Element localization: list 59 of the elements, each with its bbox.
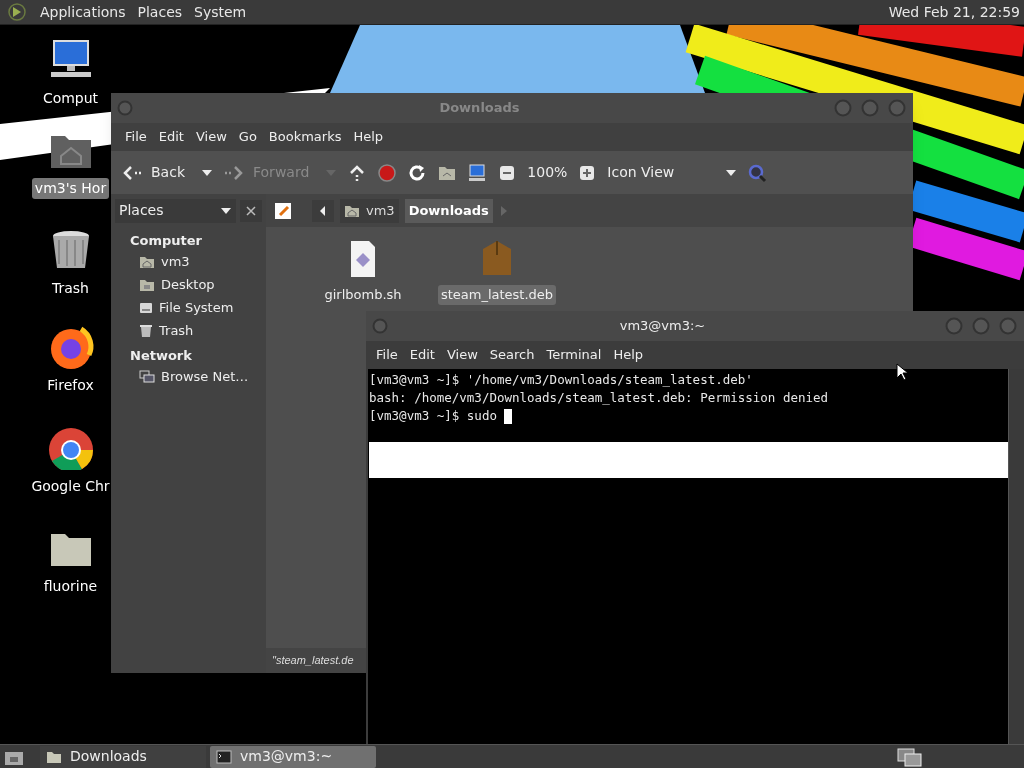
- menu-item[interactable]: Edit: [403, 345, 441, 365]
- file-name[interactable]: steam_latest.deb: [437, 285, 557, 305]
- menu-item[interactable]: Help: [607, 345, 650, 365]
- menu-item[interactable]: Bookmarks: [262, 127, 348, 147]
- home-folder-icon: [344, 203, 360, 218]
- panel-menu[interactable]: Places: [131, 1, 189, 23]
- text-cursor: [504, 408, 513, 424]
- workspace-switcher-icon[interactable]: [896, 746, 924, 767]
- zoom-level: 100%: [527, 163, 568, 182]
- menu-item[interactable]: Edit: [152, 127, 190, 147]
- dropdown-caret-icon: [201, 168, 213, 177]
- view-mode-dropdown[interactable]: Icon View: [607, 162, 738, 183]
- sidebar-item[interactable]: Trash: [111, 319, 266, 342]
- taskbar-button[interactable]: vm3@vm3:~: [210, 745, 376, 768]
- path-button[interactable]: Downloads: [404, 198, 493, 223]
- status-text: "steam_latest.de: [272, 653, 354, 669]
- sidebar-item[interactable]: vm3: [111, 250, 266, 273]
- terminal-line: bash: /home/vm3/Downloads/steam_latest.deb: Permission denied: [369, 389, 829, 407]
- left-arrow-button[interactable]: [312, 199, 334, 222]
- menu-item[interactable]: File: [370, 345, 404, 365]
- home-folder-icon: [139, 254, 155, 269]
- dropdown-caret-icon: [725, 168, 738, 177]
- close-icon[interactable]: [240, 199, 262, 222]
- clock[interactable]: Wed Feb 21, 22:59: [888, 1, 1024, 23]
- menu-item[interactable]: Go: [232, 127, 263, 147]
- sidebar-heading: Network: [129, 347, 193, 365]
- window-title: vm3@vm3:~: [618, 317, 707, 336]
- trash-icon: [139, 323, 153, 338]
- sidebar-item[interactable]: File System: [111, 296, 266, 319]
- terminal-line: [vm3@vm3 ~]$ sudo: [369, 407, 498, 425]
- file-name[interactable]: girlbomb.sh: [321, 285, 405, 305]
- distro-logo-icon[interactable]: [8, 3, 26, 21]
- dropdown-caret-icon: [220, 206, 232, 215]
- terminal-icon: [216, 749, 232, 764]
- back-button[interactable]: Back: [121, 162, 213, 183]
- menu-item[interactable]: Help: [347, 127, 390, 147]
- terminal-line: [vm3@vm3 ~]$ '/home/vm3/Downloads/steam_latest.deb': [369, 371, 753, 389]
- taskbar-button[interactable]: Downloads: [40, 745, 206, 768]
- search-icon[interactable]: [747, 162, 768, 183]
- menu-item[interactable]: View: [189, 127, 233, 147]
- sidebar-heading: Computer: [129, 232, 204, 250]
- panel-menu[interactable]: System: [188, 1, 253, 23]
- scrollbar[interactable]: [1008, 369, 1024, 744]
- sidebar-item[interactable]: Browse Net…: [111, 365, 266, 388]
- drive-icon: [139, 300, 153, 315]
- network-icon: [139, 369, 155, 384]
- window-title: Downloads: [438, 99, 521, 118]
- menu-item[interactable]: View: [440, 345, 484, 365]
- menu-item[interactable]: File: [119, 127, 153, 147]
- desktop-icon-label[interactable]: vm3's Hor: [31, 178, 110, 199]
- chrome-logo-icon[interactable]: [46, 426, 95, 470]
- panel-menu[interactable]: Applications: [34, 1, 132, 23]
- folder-icon: [139, 277, 155, 292]
- folder-icon: [46, 749, 62, 764]
- sidebar-item[interactable]: Desktop: [111, 273, 266, 296]
- path-button[interactable]: vm3: [340, 198, 399, 223]
- places-dropdown[interactable]: Places: [115, 198, 236, 223]
- menu-item[interactable]: Search: [483, 345, 541, 365]
- menu-item[interactable]: Terminal: [540, 345, 608, 365]
